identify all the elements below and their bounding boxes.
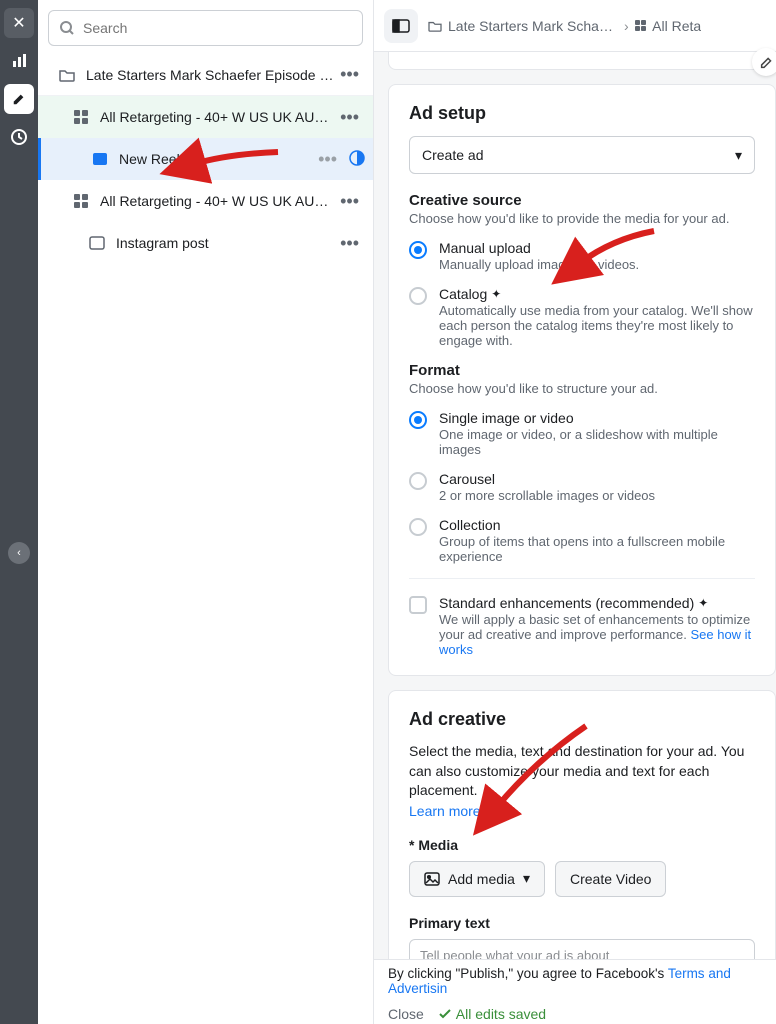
option-desc: Manually upload images or videos.: [439, 257, 639, 272]
ad-row-instagram[interactable]: Instagram post •••: [38, 222, 373, 264]
radio-single[interactable]: Single image or video One image or video…: [409, 410, 755, 457]
search-icon: [59, 20, 75, 36]
option-title: Manual upload: [439, 240, 639, 256]
folder-icon: [428, 20, 442, 32]
left-icon-rail: ✕ ‹: [0, 0, 38, 1024]
adset-row-1[interactable]: All Retargeting - 40+ W US UK AUS CA... …: [38, 96, 373, 138]
radio-carousel[interactable]: Carousel 2 or more scrollable images or …: [409, 471, 755, 503]
adset-label: All Retargeting - 40+ W US UK AUS CAN: [100, 193, 334, 209]
primary-text-input[interactable]: Tell people what your ad is about: [409, 939, 755, 959]
add-media-button[interactable]: Add media ▾: [409, 861, 545, 897]
create-ad-select[interactable]: Create ad ▾: [409, 136, 755, 174]
more-icon[interactable]: •••: [334, 64, 365, 85]
main-panel: Late Starters Mark Schaefer Episode - R …: [374, 0, 776, 1024]
ad-setup-card: Ad setup Create ad ▾ Creative source Cho…: [388, 84, 776, 676]
close-icon[interactable]: ✕: [4, 8, 34, 38]
saved-indicator: All edits saved: [438, 1006, 546, 1022]
learn-more-link[interactable]: Learn more: [409, 803, 755, 819]
radio-icon: [409, 472, 427, 490]
option-title: Standard enhancements (recommended) ✦: [439, 595, 755, 611]
placeholder: Tell people what your ad is about: [420, 948, 609, 959]
image-icon: [424, 872, 440, 886]
footer-bar: By clicking "Publish," you agree to Face…: [374, 959, 776, 1024]
button-label: Add media: [448, 871, 515, 887]
checkbox-icon: [409, 596, 427, 614]
ad-row-new-reel[interactable]: New Reel Ad •••: [38, 138, 373, 180]
format-desc: Choose how you'd like to structure your …: [409, 381, 755, 396]
collapse-icon[interactable]: ‹: [8, 542, 30, 564]
adset-icon: [70, 110, 92, 124]
option-title: Catalog✦: [439, 286, 755, 302]
option-desc: Group of items that opens into a fullscr…: [439, 534, 755, 564]
option-desc: 2 or more scrollable images or videos: [439, 488, 655, 503]
ad-creative-card: Ad creative Select the media, text and d…: [388, 690, 776, 959]
radio-catalog[interactable]: Catalog✦ Automatically use media from yo…: [409, 286, 755, 348]
ad-label: Instagram post: [116, 235, 334, 251]
campaign-tree-sidebar: Late Starters Mark Schaefer Episode - Re…: [38, 0, 374, 1024]
primary-text-label: Primary text: [409, 915, 755, 931]
check-icon: [438, 1007, 452, 1021]
ad-setup-heading: Ad setup: [409, 103, 755, 124]
select-value: Create ad: [422, 147, 483, 163]
option-desc: We will apply a basic set of enhancement…: [439, 612, 755, 657]
option-title: Carousel: [439, 471, 655, 487]
option-title: Collection: [439, 517, 755, 533]
folder-icon: [56, 68, 78, 82]
button-label: Create Video: [570, 871, 651, 887]
more-icon[interactable]: •••: [334, 233, 365, 254]
adset-icon: [70, 194, 92, 208]
format-heading: Format: [409, 362, 755, 379]
option-title: Single image or video: [439, 410, 755, 426]
panel-toggle-icon[interactable]: [384, 9, 418, 43]
more-icon[interactable]: •••: [334, 191, 365, 212]
adset-label: All Retargeting - 40+ W US UK AUS CA...: [100, 109, 334, 125]
breadcrumb-adset[interactable]: All Reta: [652, 18, 701, 34]
radio-icon: [409, 287, 427, 305]
caret-down-icon: ▾: [523, 870, 530, 887]
more-icon[interactable]: •••: [334, 107, 365, 128]
clock-icon[interactable]: [4, 122, 34, 152]
creative-source-heading: Creative source: [409, 192, 755, 209]
prev-card-stub: [388, 52, 776, 70]
option-desc: Automatically use media from your catalo…: [439, 303, 755, 348]
creative-source-desc: Choose how you'd like to provide the med…: [409, 211, 755, 226]
radio-collection[interactable]: Collection Group of items that opens int…: [409, 517, 755, 564]
ad-icon: [89, 152, 111, 166]
pencil-icon[interactable]: [4, 84, 34, 114]
checkbox-enhancements[interactable]: Standard enhancements (recommended) ✦ We…: [409, 578, 755, 657]
campaign-label: Late Starters Mark Schaefer Episode - Re…: [86, 67, 334, 83]
ad-icon: [86, 236, 108, 250]
ad-creative-desc: Select the media, text and destination f…: [409, 742, 755, 801]
create-video-button[interactable]: Create Video: [555, 861, 666, 897]
ad-label: New Reel Ad: [119, 151, 312, 167]
agree-text: By clicking "Publish," you agree to Face…: [388, 966, 762, 996]
chevron-right-icon: ›: [624, 18, 629, 34]
adset-icon: [635, 20, 647, 32]
sparkle-icon: ✦: [491, 287, 501, 301]
ad-creative-heading: Ad creative: [409, 709, 755, 730]
radio-icon: [409, 411, 427, 429]
radio-icon: [409, 241, 427, 259]
campaign-row[interactable]: Late Starters Mark Schaefer Episode - Re…: [38, 54, 373, 96]
sparkle-icon: ✦: [698, 596, 708, 610]
edit-icon[interactable]: [752, 48, 776, 76]
close-button[interactable]: Close: [388, 1006, 424, 1022]
search-input[interactable]: [48, 10, 363, 46]
radio-manual-upload[interactable]: Manual upload Manually upload images or …: [409, 240, 755, 272]
radio-icon: [409, 518, 427, 536]
option-desc: One image or video, or a slideshow with …: [439, 427, 755, 457]
more-icon[interactable]: •••: [312, 149, 343, 170]
contrast-icon[interactable]: [349, 150, 365, 169]
chart-icon[interactable]: [4, 46, 34, 76]
media-label: * Media: [409, 837, 755, 853]
adset-row-2[interactable]: All Retargeting - 40+ W US UK AUS CAN ••…: [38, 180, 373, 222]
breadcrumb-bar: Late Starters Mark Schaefer Episode - R …: [374, 0, 776, 52]
caret-down-icon: ▾: [735, 147, 742, 164]
breadcrumb-campaign[interactable]: Late Starters Mark Schaefer Episode - R: [448, 18, 618, 34]
